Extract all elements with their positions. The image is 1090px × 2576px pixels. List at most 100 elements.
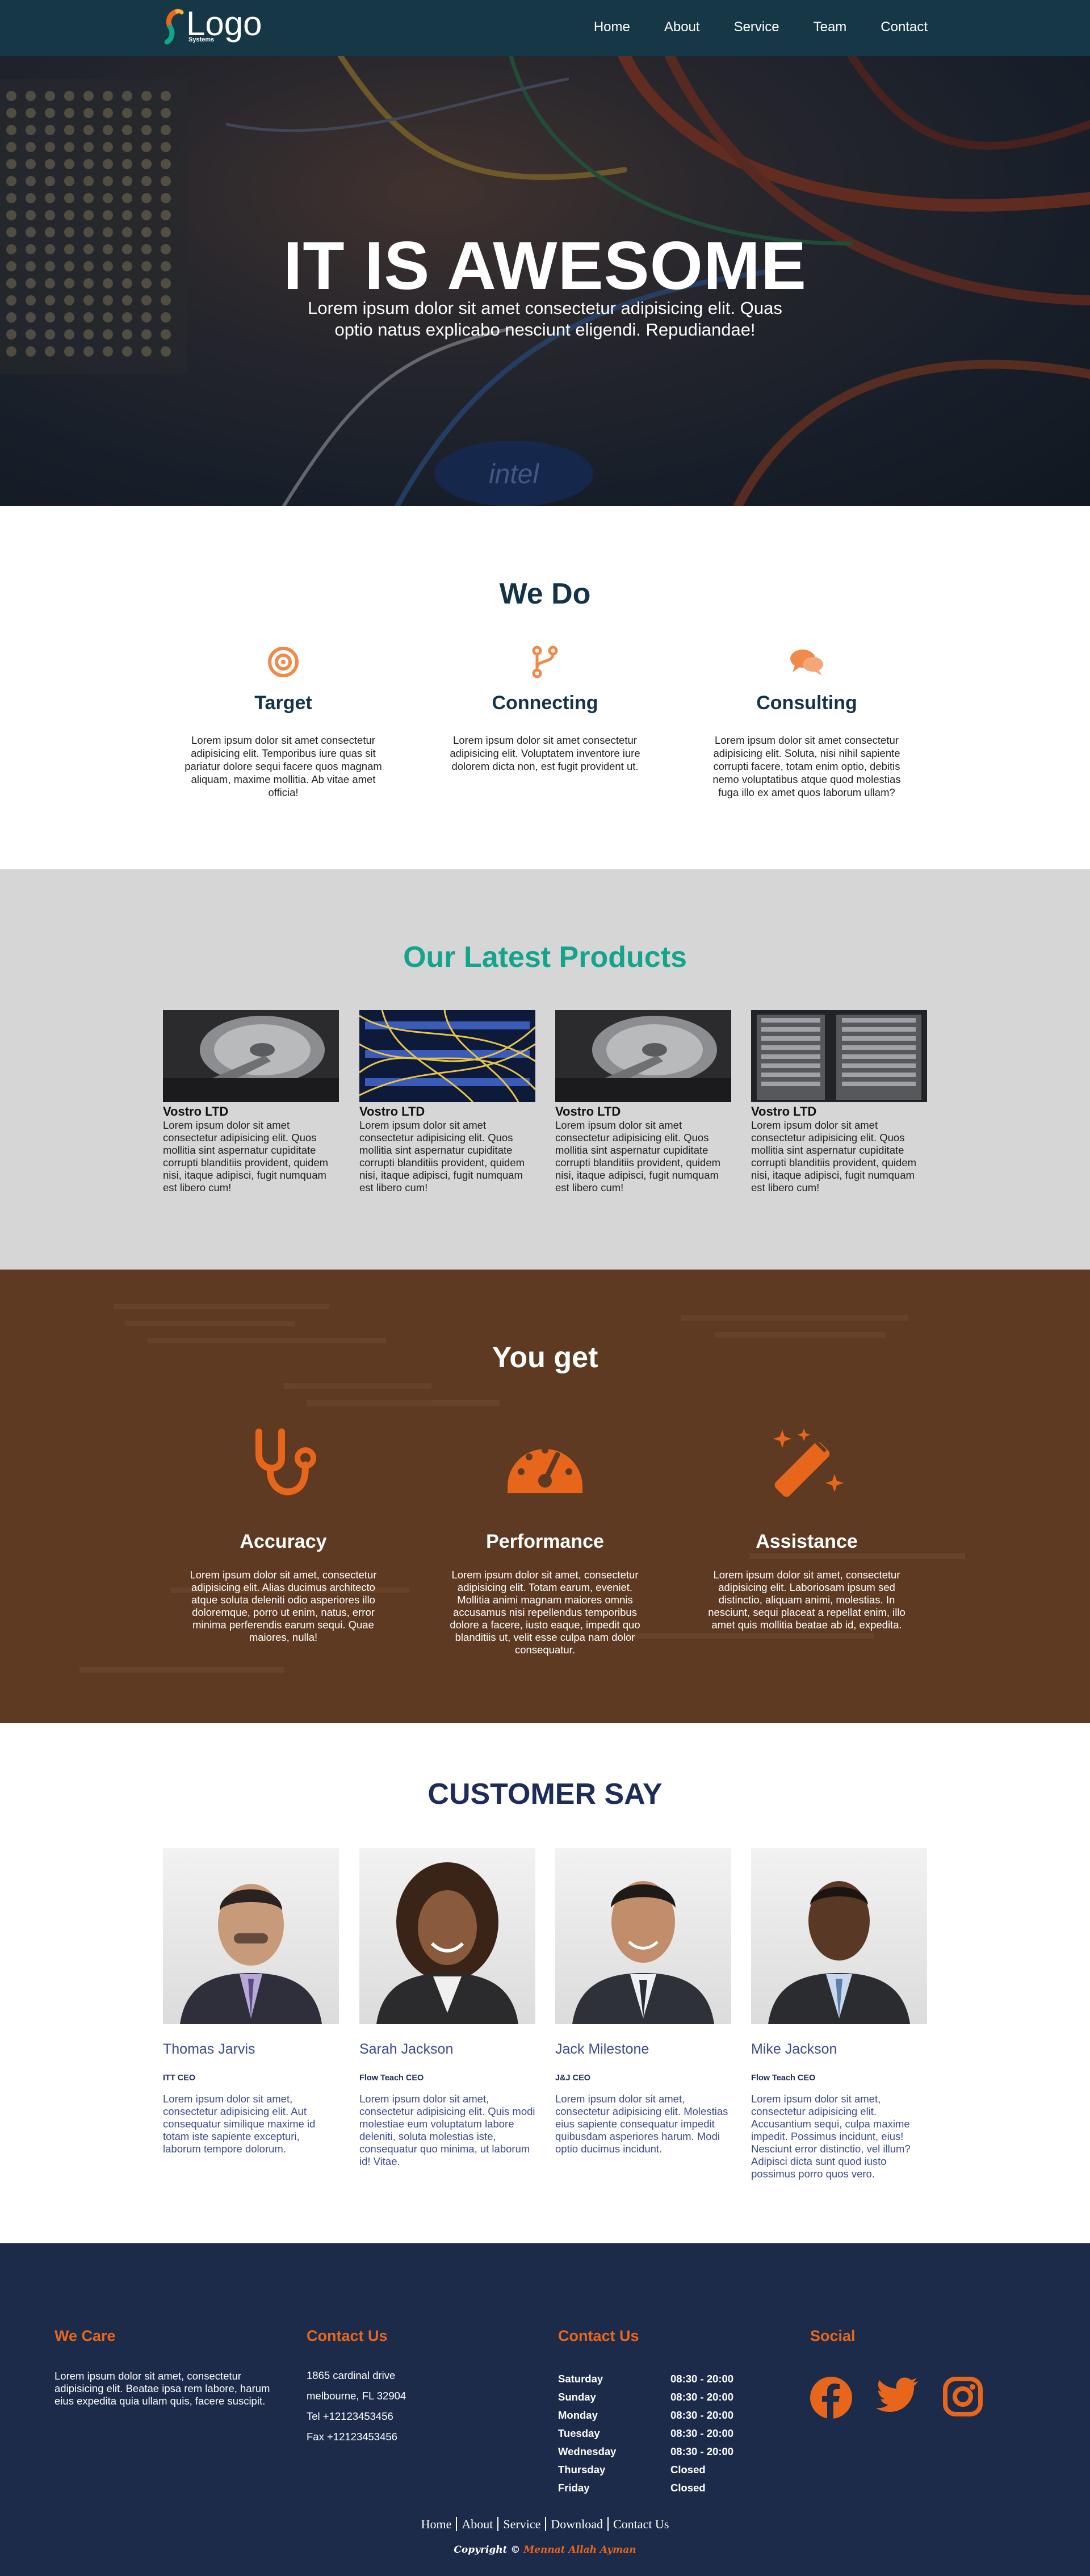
hours-row: Sunday 08:30 - 20:00 bbox=[558, 2391, 734, 2403]
feature-card-accuracy: Accuracy Lorem ipsum dolor sit amet, con… bbox=[181, 1426, 385, 1644]
customer-quote: Lorem ipsum dolor sit amet, consectetur … bbox=[751, 2093, 911, 2180]
customer-name: Jack Milestone bbox=[555, 2041, 649, 2057]
logo-subtext: Systems bbox=[188, 36, 215, 43]
customer-role: ITT CEO bbox=[163, 2074, 196, 2083]
footer-link-contact[interactable]: Contact Us bbox=[609, 2517, 673, 2531]
customer-name: Sarah Jackson bbox=[359, 2041, 454, 2057]
service-text: Lorem ipsum dolor sit amet consectetur a… bbox=[185, 734, 382, 798]
social-links bbox=[810, 2377, 992, 2422]
hard-drive-image bbox=[163, 1010, 339, 1102]
footer-heading: We Care bbox=[54, 2327, 116, 2344]
service-card-connecting: Connecting Lorem ipsum dolor sit amet co… bbox=[443, 642, 647, 773]
target-icon bbox=[181, 642, 385, 682]
feature-card-assistance: Assistance Lorem ipsum dolor sit amet, c… bbox=[705, 1426, 909, 1631]
footer-links: Home About Service Download Contact Us bbox=[0, 2517, 1090, 2532]
product-card[interactable]: Vostro LTD Lorem ipsum dolor sit amet co… bbox=[555, 1010, 731, 1194]
service-card-consulting: Consulting Lorem ipsum dolor sit amet co… bbox=[705, 642, 909, 799]
footer-heading: Contact Us bbox=[558, 2327, 639, 2344]
footer-address: 1865 cardinal drive melbourne, FL 32904 … bbox=[307, 2365, 477, 2447]
nav-team[interactable]: Team bbox=[814, 19, 847, 35]
feature-title: Assistance bbox=[756, 1531, 858, 1552]
footer-link-about[interactable]: About bbox=[457, 2517, 499, 2531]
logo-text: Logo bbox=[186, 5, 262, 43]
hours-row: Saturday 08:30 - 20:00 bbox=[558, 2373, 734, 2385]
instagram-icon[interactable] bbox=[943, 2377, 983, 2422]
server-rack-image bbox=[751, 1010, 927, 1102]
customers-section: CUSTOMER SAY Thomas Jarvis ITT CEO Lorem… bbox=[0, 1723, 1090, 2243]
footer-we-care: We Care Lorem ipsum dolor sit amet, cons… bbox=[54, 2327, 287, 2407]
magic-wand-icon bbox=[705, 1426, 909, 1500]
product-text: Lorem ipsum dolor sit amet consectetur a… bbox=[163, 1119, 329, 1193]
avatar bbox=[555, 1848, 731, 2024]
product-name: Vostro LTD bbox=[555, 1104, 621, 1119]
feature-text: Lorem ipsum dolor sit amet, consectetur … bbox=[190, 1569, 377, 1643]
footer-link-download[interactable]: Download bbox=[546, 2517, 609, 2531]
customer-quote: Lorem ipsum dolor sit amet, consectetur … bbox=[163, 2093, 316, 2155]
nav-home[interactable]: Home bbox=[594, 19, 630, 35]
avatar bbox=[163, 1848, 339, 2024]
product-card[interactable]: Vostro LTD Lorem ipsum dolor sit amet co… bbox=[359, 1010, 535, 1194]
fiber-cables-image bbox=[359, 1010, 535, 1102]
footer-social: Social bbox=[810, 2327, 992, 2422]
nav-service[interactable]: Service bbox=[734, 19, 779, 35]
hero-title: IT IS AWESOME bbox=[283, 228, 807, 304]
nav-about[interactable]: About bbox=[664, 19, 700, 35]
testimonial-card: Sarah Jackson Flow Teach CEO Lorem ipsum… bbox=[359, 1848, 535, 2168]
feature-text: Lorem ipsum dolor sit amet, consectetur … bbox=[450, 1569, 640, 1656]
service-title: Consulting bbox=[756, 692, 857, 714]
hours-row: Monday 08:30 - 20:00 bbox=[558, 2409, 734, 2421]
phone-line: Tel +12123453456 bbox=[307, 2410, 393, 2422]
service-card-target: Target Lorem ipsum dolor sit amet consec… bbox=[181, 642, 385, 799]
service-title: Connecting bbox=[492, 692, 598, 714]
customer-role: J&J CEO bbox=[555, 2074, 591, 2083]
avatar bbox=[359, 1848, 535, 2024]
fax-line: Fax +12123453456 bbox=[307, 2431, 397, 2443]
facebook-icon[interactable] bbox=[810, 2377, 852, 2422]
you-get-section: You get Accuracy Lorem ipsum dolor sit a… bbox=[0, 1270, 1090, 1723]
footer-heading: Contact Us bbox=[307, 2327, 388, 2344]
customer-name: Thomas Jarvis bbox=[163, 2041, 255, 2057]
navbar: Logo Systems Home About Service Team Con… bbox=[0, 0, 1090, 56]
footer-contact: Contact Us 1865 cardinal drive melbourne… bbox=[307, 2327, 477, 2447]
we-do-section: We Do Target Lorem ipsum dolor sit amet … bbox=[0, 506, 1090, 869]
copyright-author: Mennat Allah Ayman bbox=[523, 2544, 636, 2556]
testimonial-card: Jack Milestone J&J CEO Lorem ipsum dolor… bbox=[555, 1848, 731, 2155]
product-card[interactable]: Vostro LTD Lorem ipsum dolor sit amet co… bbox=[751, 1010, 927, 1194]
hero-section: intel IT IS AWESOME Lorem ipsum dolor si… bbox=[0, 56, 1090, 506]
footer-link-home[interactable]: Home bbox=[416, 2517, 458, 2531]
address-line: melbourne, FL 32904 bbox=[307, 2390, 406, 2402]
product-card[interactable]: Vostro LTD Lorem ipsum dolor sit amet co… bbox=[163, 1010, 339, 1194]
footer-link-service[interactable]: Service bbox=[498, 2517, 547, 2531]
copyright-prefix: Copyright © bbox=[454, 2544, 521, 2556]
customer-role: Flow Teach CEO bbox=[751, 2074, 816, 2083]
hero-subtitle: Lorem ipsum dolor sit amet consectetur a… bbox=[308, 298, 782, 340]
product-text: Lorem ipsum dolor sit amet consectetur a… bbox=[359, 1119, 525, 1193]
feature-title: Performance bbox=[486, 1531, 604, 1552]
product-name: Vostro LTD bbox=[163, 1104, 229, 1119]
customers-title: CUSTOMER SAY bbox=[427, 1778, 663, 1811]
twitter-icon[interactable] bbox=[876, 2377, 919, 2422]
product-text: Lorem ipsum dolor sit amet consectetur a… bbox=[555, 1119, 721, 1193]
hard-drive-image bbox=[555, 1010, 731, 1102]
we-do-title: We Do bbox=[499, 577, 591, 610]
products-section: Our Latest Products Vostro LTD Lorem ips… bbox=[0, 869, 1090, 1270]
hours-row: Tuesday 08:30 - 20:00 bbox=[558, 2427, 734, 2439]
logo-mark-icon bbox=[162, 8, 184, 45]
footer: We Care Lorem ipsum dolor sit amet, cons… bbox=[0, 2243, 1090, 2576]
footer-hours: Contact Us Saturday 08:30 - 20:00 Sunday 0… bbox=[558, 2327, 774, 2497]
service-text: Lorem ipsum dolor sit amet consectetur a… bbox=[450, 734, 640, 772]
copyright: Copyright © Mennat Allah Ayman bbox=[0, 2544, 1090, 2556]
service-title: Target bbox=[254, 692, 312, 714]
feature-title: Accuracy bbox=[240, 1531, 327, 1552]
footer-heading: Social bbox=[810, 2327, 856, 2344]
product-name: Vostro LTD bbox=[751, 1104, 817, 1119]
logo[interactable]: Logo Systems bbox=[162, 5, 262, 45]
nav-contact[interactable]: Contact bbox=[881, 19, 928, 35]
you-get-title: You get bbox=[492, 1341, 598, 1374]
service-text: Lorem ipsum dolor sit amet consectetur a… bbox=[712, 734, 901, 798]
customer-quote: Lorem ipsum dolor sit amet, consectetur … bbox=[359, 2093, 535, 2167]
testimonial-card: Thomas Jarvis ITT CEO Lorem ipsum dolor … bbox=[163, 1848, 339, 2155]
nav-menu: Home About Service Team Contact bbox=[560, 19, 928, 35]
stethoscope-icon bbox=[181, 1426, 385, 1500]
hours-row: Friday Closed bbox=[558, 2482, 706, 2494]
